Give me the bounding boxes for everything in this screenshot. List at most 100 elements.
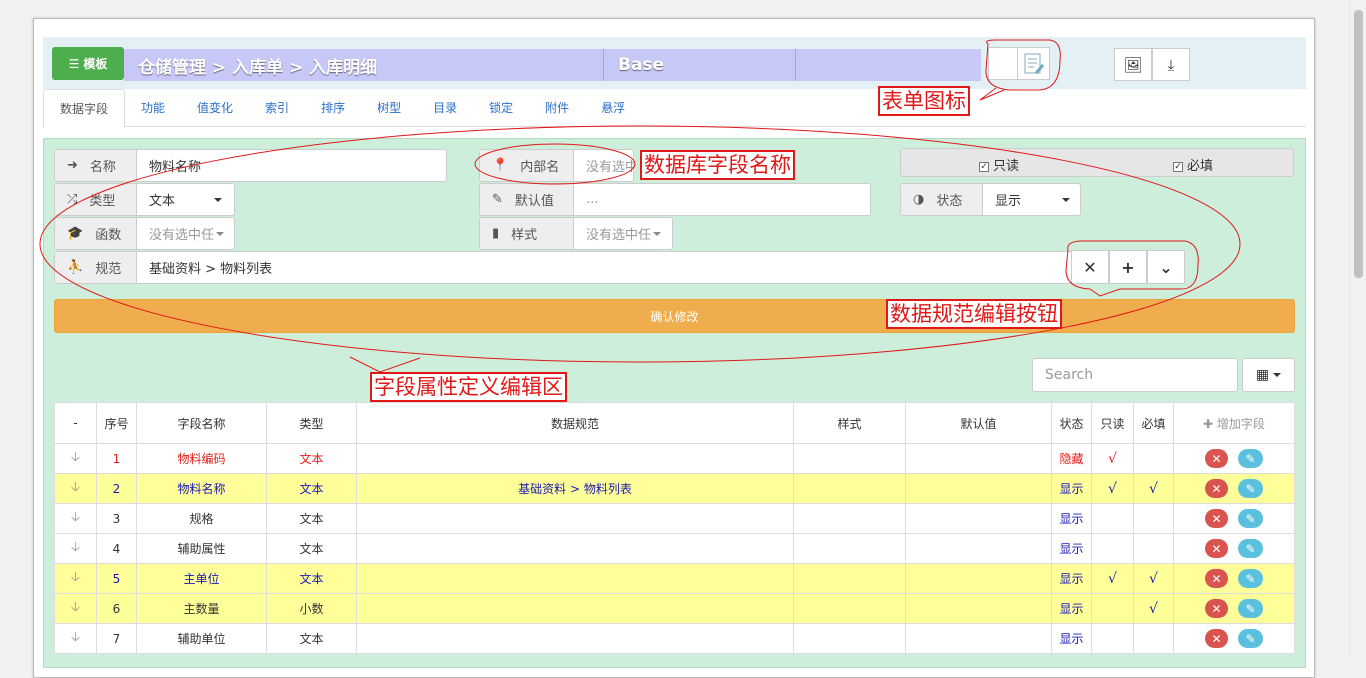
delete-button[interactable]: ✕ [1205,509,1228,528]
delete-button[interactable]: ✕ [1205,599,1228,618]
page-scrollbar[interactable] [1349,0,1366,657]
default-field: ✎ 默认值 ... [479,183,871,216]
add-field-button[interactable]: ✚ 增加字段 [1173,402,1295,444]
norm-field: ⛹ 规范 基础资料 > 物料列表 [54,251,1072,284]
check-icon: ✓ [1173,161,1183,172]
breadcrumb: 仓储管理 > 入库单 > 入库明细 Base [124,49,981,81]
tab-lock[interactable]: 锁定 [473,89,529,127]
table-row[interactable]: 🡣 3 规格 文本 显示 ✕ ✎ [54,503,1295,534]
form-icon-blank[interactable] [988,47,1018,80]
delete-button[interactable]: ✕ [1205,629,1228,648]
delete-button[interactable]: ✕ [1205,569,1228,588]
style-field: ▮ 样式 没有选中任 [479,217,673,250]
form-icon-box [988,47,1050,80]
chevron-down-icon [653,231,662,236]
tab-catalog[interactable]: 目录 [417,89,473,127]
table-row[interactable]: 🡣 5 主单位 文本 显示 √ √ ✕ ✎ [54,563,1295,594]
col-readonly: 只读 [1091,402,1134,444]
table-row[interactable]: 🡣 4 辅助属性 文本 显示 ✕ ✎ [54,533,1295,564]
form-edit-icon [1024,53,1044,74]
drag-arrow-icon[interactable]: 🡣 [71,630,80,645]
download-button[interactable]: ⤓ [1152,48,1190,81]
confirm-button[interactable]: 确认修改 [54,299,1295,333]
tab-data-fields[interactable]: 数据字段 [43,89,126,128]
clear-norm-button[interactable]: ✕ [1071,250,1109,284]
image-button[interactable]: 🖼 [1114,48,1152,81]
state-select[interactable]: 显示 [983,184,1080,215]
template-button[interactable]: ☰ 模板 [52,47,124,80]
scrollbar-thumb[interactable] [1354,10,1363,278]
name-input[interactable]: 物料名称 [137,150,446,181]
shuffle-icon: ⤮ [67,192,78,207]
base-label: Base [604,49,796,81]
edit-button[interactable]: ✎ [1238,479,1263,498]
required-checkbox[interactable]: ✓ 必填 [1173,155,1213,174]
drag-arrow-icon[interactable]: 🡣 [71,600,80,615]
col-required: 必填 [1133,402,1174,444]
table-row[interactable]: 🡣 6 主数量 小数 显示 √ ✕ ✎ [54,593,1295,624]
chevron-down-icon [216,231,225,236]
edit-button[interactable]: ✎ [1238,539,1263,558]
tab-bar: 数据字段 功能 值变化 索引 排序 树型 目录 锁定 附件 悬浮 [43,89,1306,128]
search-input[interactable]: Search [1032,358,1238,392]
arrow-circle-icon: ➜ [67,158,78,173]
annotation-form-icon: 表单图标 [878,86,970,116]
col-state: 状态 [1051,402,1092,444]
tab-value-change[interactable]: 值变化 [181,89,249,127]
col-name: 字段名称 [136,402,267,444]
col-style: 样式 [793,402,906,444]
edit-button[interactable]: ✎ [1238,569,1263,588]
table-row[interactable]: 🡣 7 辅助单位 文本 显示 ✕ ✎ [54,623,1295,654]
drag-arrow-icon[interactable]: 🡣 [71,510,80,525]
table-header-row: - 序号 字段名称 类型 数据规范 样式 默认值 状态 只读 必填 ✚ 增加字段 [54,402,1295,444]
edit-button[interactable]: ✎ [1238,509,1263,528]
form-icon-button[interactable] [1018,47,1050,80]
tab-function[interactable]: 功能 [125,89,181,127]
delete-button[interactable]: ✕ [1205,539,1228,558]
add-norm-button[interactable]: + [1109,250,1147,284]
bar-chart-icon: ▮ [492,226,500,241]
edit-button[interactable]: ✎ [1238,599,1263,618]
inner-name-field: 📍内部名 没有选中任 [479,149,634,182]
checkbox-bar: ✓ 只读 ✓ 必填 [900,148,1294,177]
tab-tree[interactable]: 树型 [361,89,417,127]
expand-norm-button[interactable]: ⌄ [1147,250,1185,284]
half-circle-icon: ◑ [913,192,925,207]
style-select[interactable]: 没有选中任 [574,218,672,249]
tab-index[interactable]: 索引 [249,89,305,127]
fields-table: - 序号 字段名称 类型 数据规范 样式 默认值 状态 只读 必填 ✚ 增加字段… [54,402,1295,654]
edit-button[interactable]: ✎ [1238,449,1263,468]
columns-button[interactable]: ▦ [1242,358,1295,392]
chevron-down-icon [214,197,222,202]
drag-arrow-icon[interactable]: 🡣 [71,480,80,495]
drag-arrow-icon[interactable]: 🡣 [71,450,80,465]
plus-icon: ✚ [1203,416,1217,431]
tab-float[interactable]: 悬浮 [585,89,641,127]
drag-arrow-icon[interactable]: 🡣 [71,540,80,555]
check-icon: ✓ [979,161,989,172]
type-select[interactable]: 文本 [137,184,234,215]
chevron-down-icon [1062,197,1070,202]
col-no: 序号 [96,402,137,444]
inner-name-select[interactable]: 没有选中任 [574,150,633,181]
delete-button[interactable]: ✕ [1205,449,1228,468]
readonly-checkbox[interactable]: ✓ 只读 [979,155,1019,174]
norm-input[interactable]: 基础资料 > 物料列表 [137,252,1071,283]
name-field: ➜ 名称 物料名称 [54,149,447,182]
default-input[interactable]: ... [574,184,870,215]
state-field: ◑ 状态 显示 [900,183,1081,216]
norm-edit-buttons: ✕ + ⌄ [1071,250,1185,284]
col-default: 默认值 [905,402,1052,444]
tab-attachment[interactable]: 附件 [529,89,585,127]
drag-arrow-icon[interactable]: 🡣 [71,570,80,585]
annotation-norm-edit-buttons: 数据规范编辑按钮 [886,299,1062,329]
table-row[interactable]: 🡣 1 物料编码 文本 隐藏 √ ✕ ✎ [54,443,1295,474]
function-select[interactable]: 没有选中任 [137,218,234,249]
breadcrumb-empty [796,49,981,81]
map-marker-icon: 📍 [492,158,509,173]
edit-button[interactable]: ✎ [1238,629,1263,648]
delete-button[interactable]: ✕ [1205,479,1228,498]
tab-sort[interactable]: 排序 [305,89,361,127]
table-row[interactable]: 🡣 2 物料名称 文本 基础资料 > 物料列表 显示 √ √ ✕ ✎ [54,473,1295,504]
graduation-cap-icon: 🎓 [67,226,84,241]
